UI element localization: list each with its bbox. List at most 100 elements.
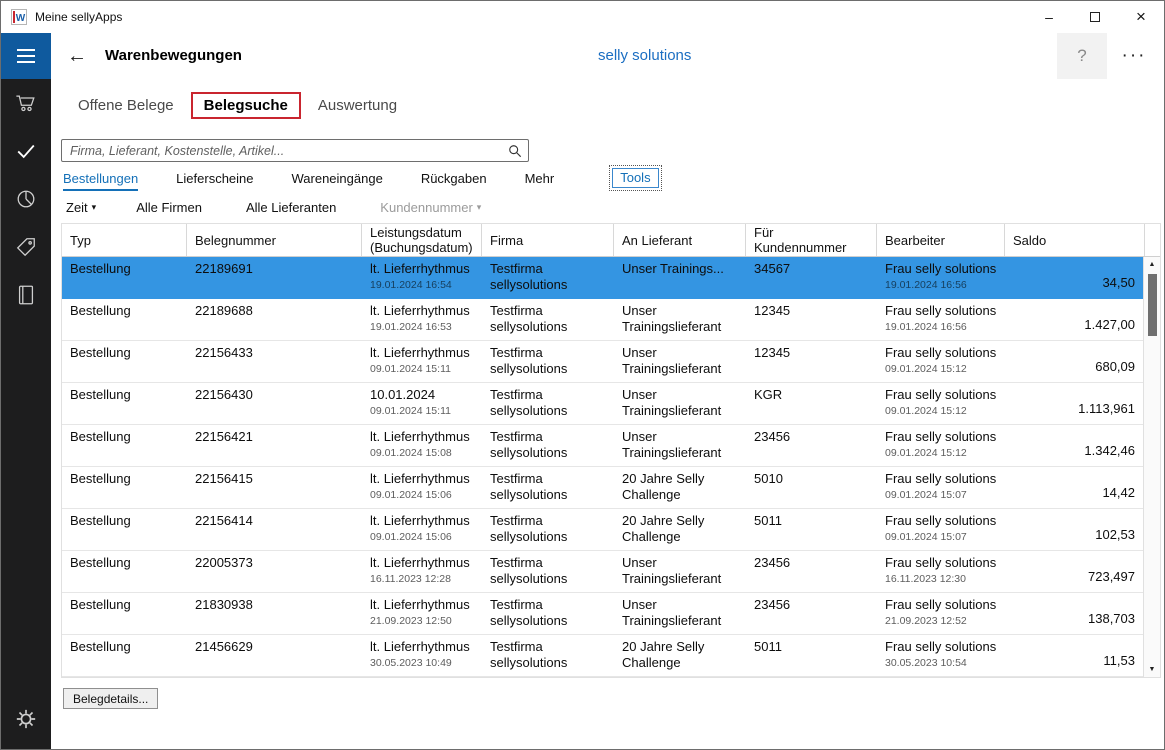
page-title: Warenbewegungen — [105, 33, 242, 79]
filter-dropdown[interactable]: Kundennummer ▾ — [380, 200, 481, 215]
search-icon[interactable] — [502, 144, 528, 158]
cell-an-lieferant: 20 Jahre Selly Challenge — [614, 509, 746, 550]
cell-bearbeiter: Frau selly solutions 09.01.2024 15:12 — [877, 425, 1005, 466]
cell-typ: Bestellung — [62, 341, 187, 382]
cell-kundennummer: 5011 — [746, 509, 877, 550]
cell-an-lieferant: Unser Trainingslieferant — [614, 341, 746, 382]
column-label: Belegnummer — [195, 233, 353, 248]
cell-belegnummer: 22189688 — [187, 299, 362, 340]
table-row[interactable]: Bestellung 22156415 lt. Lieferrhythmus 0… — [62, 467, 1143, 509]
table-body: Bestellung 22189691 lt. Lieferrhythmus 1… — [62, 257, 1143, 677]
cell-leistungsdatum: lt. Lieferrhythmus 09.01.2024 15:11 — [362, 341, 482, 382]
pie-chart-icon — [15, 188, 37, 210]
table-row[interactable]: Bestellung 22156433 lt. Lieferrhythmus 0… — [62, 341, 1143, 383]
cell-leistungsdatum: lt. Lieferrhythmus 19.01.2024 16:54 — [362, 257, 482, 298]
cell-kundennummer: 5011 — [746, 635, 877, 676]
scroll-up-icon[interactable]: ▲ — [1144, 257, 1160, 272]
maximize-button[interactable] — [1072, 1, 1118, 33]
cell-typ: Bestellung — [62, 593, 187, 634]
column-header[interactable]: Leistungsdatum (Buchungsdatum) — [362, 224, 482, 256]
column-label: Leistungsdatum — [370, 225, 473, 240]
cell-typ: Bestellung — [62, 299, 187, 340]
back-button[interactable]: ← — [59, 33, 95, 79]
filter-bar: Zeit ▾ Alle Firmen Alle Lieferanten Kund… — [66, 200, 481, 215]
filter-dropdown[interactable]: Alle Lieferanten — [246, 200, 340, 215]
pivot-item[interactable]: Mehr — [525, 171, 555, 191]
cell-kundennummer: 12345 — [746, 341, 877, 382]
hamburger-menu-button[interactable] — [1, 33, 51, 79]
cell-firma: Testfirma sellysolutions — [482, 341, 614, 382]
filter-dropdown[interactable]: Alle Firmen — [136, 200, 206, 215]
scroll-down-icon[interactable]: ▼ — [1144, 662, 1160, 677]
cell-belegnummer: 22156414 — [187, 509, 362, 550]
scrollbar-thumb[interactable] — [1148, 274, 1157, 336]
column-label: Typ — [70, 233, 178, 248]
sidebar-item-reports[interactable] — [1, 175, 51, 223]
close-button[interactable]: × — [1118, 1, 1164, 33]
app-logo-icon: W — [11, 9, 27, 25]
belegdetails-button[interactable]: Belegdetails... — [63, 688, 158, 709]
main-content: Offene Belege Belegsuche Auswertung Best… — [51, 79, 1164, 749]
window-title: Meine sellyApps — [35, 10, 122, 24]
column-header[interactable]: Für Kundennummer — [746, 224, 877, 256]
more-button[interactable]: ··· — [1114, 33, 1154, 79]
sidebar-item-settings[interactable] — [1, 695, 51, 743]
table-row[interactable]: Bestellung 22156421 lt. Lieferrhythmus 0… — [62, 425, 1143, 467]
cell-saldo: 34,50 — [1005, 257, 1143, 298]
sidebar — [1, 79, 51, 749]
sidebar-item-journal[interactable] — [1, 271, 51, 319]
column-header[interactable]: Typ — [62, 224, 187, 256]
column-header[interactable]: An Lieferant — [614, 224, 746, 256]
cell-firma: Testfirma sellysolutions — [482, 593, 614, 634]
cell-bearbeiter: Frau selly solutions 09.01.2024 15:07 — [877, 467, 1005, 508]
filter-label: Alle Firmen — [136, 200, 202, 215]
cell-kundennummer: 12345 — [746, 299, 877, 340]
filter-dropdown[interactable]: Zeit ▾ — [66, 200, 96, 215]
filter-label: Kundennummer — [380, 200, 473, 215]
tab[interactable]: Offene Belege — [78, 93, 174, 118]
cell-typ: Bestellung — [62, 635, 187, 676]
sidebar-item-cart[interactable] — [1, 79, 51, 127]
tab[interactable]: Belegsuche — [191, 92, 301, 119]
table-row[interactable]: Bestellung 21830938 lt. Lieferrhythmus 2… — [62, 593, 1143, 635]
table-row[interactable]: Bestellung 22189691 lt. Lieferrhythmus 1… — [62, 257, 1143, 299]
table-row[interactable]: Bestellung 22156414 lt. Lieferrhythmus 0… — [62, 509, 1143, 551]
app-header: ← Warenbewegungen selly solutions ? ··· — [1, 33, 1164, 79]
table-row[interactable]: Bestellung 22156430 10.01.2024 09.01.202… — [62, 383, 1143, 425]
cell-an-lieferant: Unser Trainings... — [614, 257, 746, 298]
tab[interactable]: Auswertung — [318, 93, 397, 118]
cell-leistungsdatum: lt. Lieferrhythmus 21.09.2023 12:50 — [362, 593, 482, 634]
cell-leistungsdatum: lt. Lieferrhythmus 19.01.2024 16:53 — [362, 299, 482, 340]
table-row[interactable]: Bestellung 22005373 lt. Lieferrhythmus 1… — [62, 551, 1143, 593]
maximize-icon — [1090, 12, 1100, 22]
cell-an-lieferant: 20 Jahre Selly Challenge — [614, 467, 746, 508]
pivot-item[interactable]: Rückgaben — [421, 171, 487, 191]
cell-saldo: 1.427,00 — [1005, 299, 1143, 340]
cell-typ: Bestellung — [62, 257, 187, 298]
cell-firma: Testfirma sellysolutions — [482, 467, 614, 508]
cell-an-lieferant: Unser Trainingslieferant — [614, 551, 746, 592]
cell-leistungsdatum: lt. Lieferrhythmus 30.05.2023 10:49 — [362, 635, 482, 676]
cell-belegnummer: 22005373 — [187, 551, 362, 592]
column-header[interactable]: Bearbeiter — [877, 224, 1005, 256]
cell-bearbeiter: Frau selly solutions 09.01.2024 15:12 — [877, 383, 1005, 424]
column-header[interactable]: Firma — [482, 224, 614, 256]
cell-saldo: 14,42 — [1005, 467, 1143, 508]
search-box[interactable] — [61, 139, 529, 162]
column-header[interactable]: Belegnummer — [187, 224, 362, 256]
table-row[interactable]: Bestellung 21456629 lt. Lieferrhythmus 3… — [62, 635, 1143, 677]
check-icon — [15, 140, 37, 162]
column-header[interactable]: Saldo — [1005, 224, 1145, 256]
tools-button[interactable]: Tools — [612, 168, 658, 188]
sidebar-item-tasks[interactable] — [1, 127, 51, 175]
table-row[interactable]: Bestellung 22189688 lt. Lieferrhythmus 1… — [62, 299, 1143, 341]
cell-kundennummer: 23456 — [746, 551, 877, 592]
sidebar-item-promotions[interactable] — [1, 223, 51, 271]
pivot-item[interactable]: Lieferscheine — [176, 171, 253, 191]
help-button[interactable]: ? — [1057, 33, 1107, 79]
search-input[interactable] — [62, 144, 502, 158]
vertical-scrollbar[interactable]: ▲ ▼ — [1143, 257, 1160, 677]
minimize-button[interactable]: – — [1026, 1, 1072, 33]
pivot-item[interactable]: Bestellungen — [63, 171, 138, 191]
pivot-item[interactable]: Wareneingänge — [292, 171, 383, 191]
